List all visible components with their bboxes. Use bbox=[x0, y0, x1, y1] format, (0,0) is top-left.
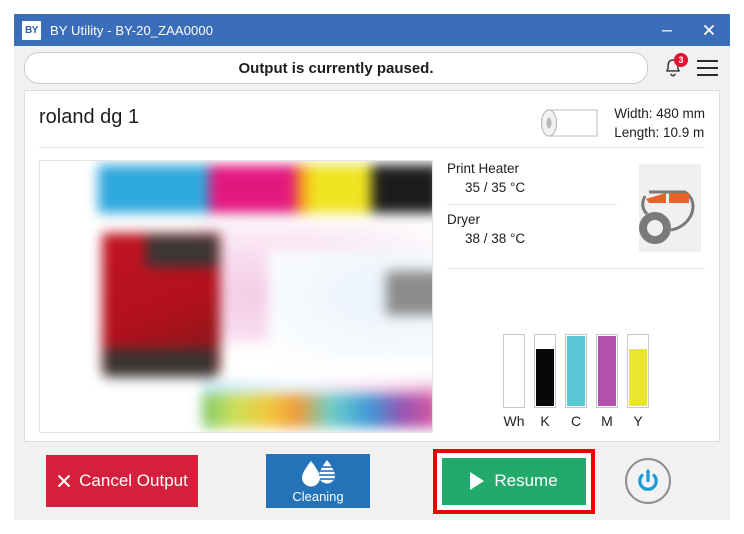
ink-tube bbox=[565, 334, 587, 408]
status-message: Output is currently paused. bbox=[238, 59, 434, 77]
power-button[interactable] bbox=[625, 458, 671, 504]
status-banner: Output is currently paused. bbox=[24, 52, 648, 84]
ink-cartridge[interactable]: Y bbox=[627, 334, 649, 429]
printer-name: roland dg 1 bbox=[39, 106, 140, 128]
hamburger-icon-line bbox=[696, 60, 718, 62]
close-button[interactable] bbox=[688, 14, 730, 46]
media-roll-icon bbox=[541, 109, 598, 137]
ink-tube bbox=[534, 334, 556, 408]
menu-button[interactable] bbox=[692, 53, 722, 83]
printer-path-diagram-icon bbox=[639, 164, 701, 252]
resume-button[interactable]: Resume bbox=[442, 457, 586, 505]
preview-bottom-strip bbox=[202, 394, 432, 428]
hamburger-icon-line bbox=[696, 74, 718, 76]
ink-fill bbox=[536, 348, 554, 406]
ink-cartridge[interactable]: Wh bbox=[503, 334, 525, 429]
media-text-block: Width: 480 mm Length: 10.9 m bbox=[614, 104, 705, 142]
notifications-button[interactable]: 3 bbox=[656, 51, 690, 85]
ink-levels: Wh K C M Y bbox=[447, 269, 705, 433]
cancel-output-button[interactable]: Cancel Output bbox=[46, 455, 198, 507]
printer-status-column: Print Heater 35 / 35 °C Dryer 38 / 38 °C bbox=[433, 160, 705, 433]
title-bar: BY BY Utility - BY-20_ZAA0000 bbox=[14, 14, 730, 46]
media-info: Width: 480 mm Length: 10.9 m bbox=[537, 101, 705, 143]
action-bar: Cancel Output Cleaning Resume bbox=[14, 442, 730, 520]
print-preview[interactable] bbox=[39, 160, 433, 433]
heater-section: Print Heater 35 / 35 °C Dryer 38 / 38 °C bbox=[447, 160, 705, 254]
play-icon bbox=[470, 472, 485, 490]
preview-image bbox=[98, 161, 432, 432]
minimize-button[interactable] bbox=[646, 14, 688, 46]
print-heater-value: 35 / 35 °C bbox=[465, 180, 526, 195]
preview-dark-block bbox=[104, 349, 216, 377]
ink-label: C bbox=[570, 413, 582, 429]
print-heater-label: Print Heater bbox=[447, 161, 520, 176]
close-x-icon bbox=[57, 474, 71, 488]
close-icon bbox=[703, 24, 715, 36]
ink-tube bbox=[596, 334, 618, 408]
status-row: Output is currently paused. 3 bbox=[14, 46, 730, 90]
ink-cartridge[interactable]: M bbox=[596, 334, 618, 429]
cleaning-button[interactable]: Cleaning bbox=[266, 454, 370, 508]
resume-label: Resume bbox=[494, 471, 558, 490]
media-width: Width: 480 mm bbox=[614, 106, 705, 121]
power-icon bbox=[638, 469, 658, 491]
media-length: Length: 10.9 m bbox=[614, 125, 705, 140]
ink-fill bbox=[629, 348, 647, 406]
card-body: Print Heater 35 / 35 °C Dryer 38 / 38 °C bbox=[39, 148, 705, 433]
minimize-icon bbox=[662, 30, 672, 32]
ink-label: K bbox=[540, 413, 550, 429]
window-title: BY Utility - BY-20_ZAA0000 bbox=[50, 22, 214, 38]
cancel-output-label: Cancel Output bbox=[79, 471, 188, 490]
ink-label: M bbox=[601, 413, 613, 429]
card-header: roland dg 1 Width: 480 mm Length: 10.9 m bbox=[39, 101, 705, 147]
cleaning-label: Cleaning bbox=[292, 489, 344, 504]
printer-card: roland dg 1 Width: 480 mm Length: 10.9 m bbox=[24, 90, 720, 442]
ink-tube bbox=[627, 334, 649, 408]
app-window: BY BY Utility - BY-20_ZAA0000 Output is … bbox=[14, 14, 730, 520]
ink-tube bbox=[503, 334, 525, 408]
heater-readouts: Print Heater 35 / 35 °C Dryer 38 / 38 °C bbox=[447, 160, 629, 249]
preview-color-bars bbox=[98, 165, 432, 213]
ink-cartridge[interactable]: C bbox=[565, 334, 587, 429]
notification-badge: 3 bbox=[674, 53, 688, 67]
preview-gray-block bbox=[386, 271, 432, 315]
heater-divider bbox=[447, 204, 617, 205]
card-wrapper: roland dg 1 Width: 480 mm Length: 10.9 m bbox=[14, 90, 730, 442]
ink-fill bbox=[598, 336, 616, 406]
ink-cartridge-set: Wh K C M Y bbox=[503, 334, 649, 429]
cleaning-droplets-icon bbox=[302, 460, 335, 487]
ink-cartridge[interactable]: K bbox=[534, 334, 556, 429]
ink-label: Y bbox=[633, 413, 643, 429]
ink-fill bbox=[567, 336, 585, 406]
dryer-label: Dryer bbox=[447, 212, 480, 227]
dryer-value: 38 / 38 °C bbox=[465, 231, 526, 246]
resume-highlight-box: Resume bbox=[433, 448, 595, 514]
ink-label: Wh bbox=[503, 413, 525, 429]
preview-dark-block bbox=[146, 235, 218, 267]
hamburger-icon-line bbox=[696, 67, 718, 69]
app-logo-icon: BY bbox=[22, 20, 41, 40]
